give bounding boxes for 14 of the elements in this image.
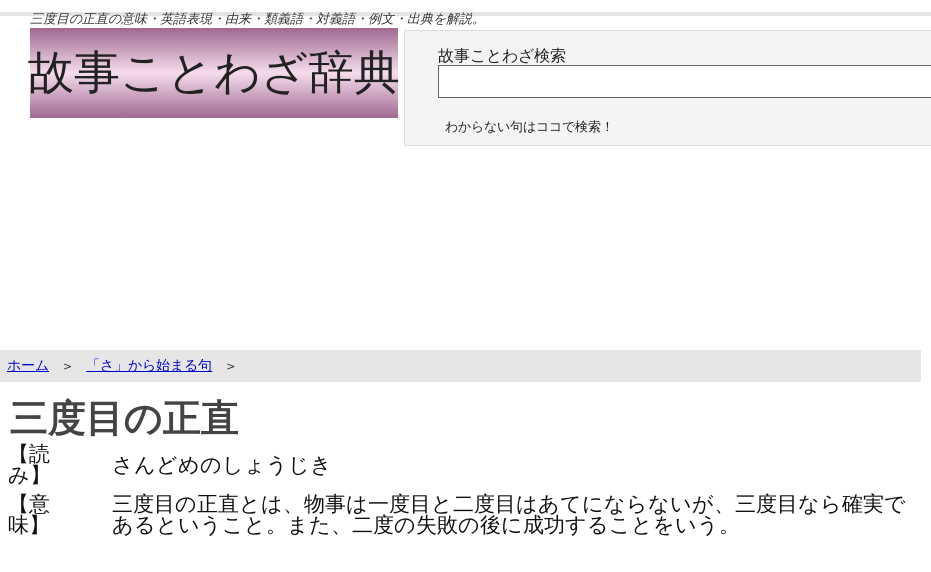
site-logo[interactable]: 故事ことわざ辞典 bbox=[30, 28, 398, 118]
breadcrumb-separator: > bbox=[226, 360, 236, 372]
page-title: 三度目の正直 bbox=[10, 396, 239, 440]
breadcrumb-link[interactable]: ホーム bbox=[7, 357, 49, 375]
entry-label: 【意味】 bbox=[8, 494, 51, 536]
search-field[interactable] bbox=[438, 65, 931, 98]
breadcrumb-separator: > bbox=[63, 360, 72, 372]
search-hint: わからない句はココで検索！ bbox=[445, 119, 614, 136]
entry-text: さんどめのしょうじき bbox=[112, 454, 333, 476]
entry-label: 【読み】 bbox=[8, 444, 52, 486]
search-label: 故事ことわざ検索 bbox=[438, 47, 566, 65]
tagline: 三度目の正直の意味・英語表現・由来・類義語・対義語・例文・出典を解説。 bbox=[30, 12, 486, 28]
breadcrumb-link[interactable]: 「さ」から始まる句 bbox=[86, 357, 212, 375]
entry-text: 三度目の正直とは、物事は一度目と二度目はあてにならないが、三度目なら確実であるということ。また、二度の失敗の後に成功することをいう。 bbox=[112, 494, 907, 536]
